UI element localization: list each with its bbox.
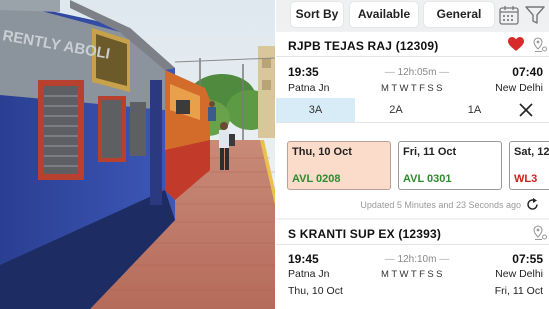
close-icon[interactable] [519, 103, 533, 117]
filter-icon[interactable] [524, 4, 546, 26]
class-tab-2a[interactable]: 2A [355, 98, 437, 122]
run-day: W [399, 269, 411, 280]
departure-date: Thu, 10 Oct [288, 285, 343, 297]
journey-duration: — 12h:05m — [384, 67, 450, 78]
class-tab-1a[interactable]: 1A [437, 98, 512, 122]
availability-status: AVL 0301 [403, 173, 452, 185]
class-tab-3a[interactable]: 3A [276, 98, 355, 122]
arrival-time: 07:55 [512, 252, 543, 266]
last-updated-text: Updated 5 Minutes and 23 Seconds ago [360, 200, 521, 210]
availability-date: Fri, 11 Oct [403, 146, 457, 158]
train-platform-photo: RENTLY ABOLI [0, 0, 275, 309]
availability-box[interactable]: Fri, 11 Oct AVL 0301 [398, 141, 502, 190]
favorite-heart-icon[interactable] [508, 37, 524, 52]
run-day: S [436, 83, 445, 94]
run-day: T [391, 269, 400, 280]
run-day: T [391, 83, 400, 94]
availability-status: AVL 0208 [292, 173, 341, 185]
run-days: MTWTFSS [381, 83, 445, 94]
journey-duration: — 12h:10m — [384, 254, 450, 265]
train-card[interactable]: RJPB TEJAS RAJ (12309) 19:35 — 12h:05m —… [276, 32, 549, 218]
train-name: S KRANTI SUP EX (12393) [288, 227, 442, 241]
run-day: S [436, 269, 445, 280]
origin-station: Patna Jn [288, 268, 330, 280]
run-day: W [399, 83, 411, 94]
duration-value: 12h:05m [397, 67, 437, 78]
departure-time: 19:35 [288, 65, 319, 79]
origin-station: Patna Jn [288, 82, 330, 94]
run-day: M [381, 83, 392, 94]
availability-box[interactable]: Sat, 12 WL3 [509, 141, 549, 190]
refresh-icon[interactable] [525, 197, 540, 212]
quota-filter-button[interactable]: General [424, 2, 494, 27]
availability-date: Thu, 10 Oct [292, 146, 352, 158]
class-tabs: 3A 2A 1A [276, 98, 549, 122]
availability-box[interactable]: Thu, 10 Oct AVL 0208 [287, 141, 391, 190]
divider [276, 244, 549, 245]
train-search-results: Sort By Available General RJPB TEJAS RAJ… [276, 0, 549, 309]
destination-station: New Delhi [495, 82, 543, 94]
run-days: MTWTFSS [381, 269, 445, 280]
filter-bar: Sort By Available General [276, 0, 549, 31]
availability-row: Thu, 10 Oct AVL 0208 Fri, 11 Oct AVL 030… [276, 141, 549, 191]
train-name: RJPB TEJAS RAJ (12309) [288, 39, 439, 53]
departure-time: 19:45 [288, 252, 319, 266]
run-day: T [410, 83, 420, 94]
run-day: S [427, 83, 437, 94]
train-card[interactable]: S KRANTI SUP EX (12393) 19:45 — 12h:10m … [276, 220, 549, 309]
sort-by-button[interactable]: Sort By [291, 2, 343, 27]
run-day: T [410, 269, 420, 280]
destination-station: New Delhi [495, 268, 543, 280]
arrival-time: 07:40 [512, 65, 543, 79]
availability-filter-button[interactable]: Available [350, 2, 418, 27]
calendar-icon[interactable] [498, 4, 520, 26]
track-location-icon[interactable] [532, 37, 548, 53]
divider [276, 56, 549, 57]
run-day: S [427, 269, 437, 280]
arrival-date: Fri, 11 Oct [494, 285, 543, 297]
availability-status: WL3 [514, 173, 538, 185]
track-location-icon[interactable] [532, 225, 548, 241]
run-day: M [381, 269, 392, 280]
availability-date: Sat, 12 [514, 146, 549, 158]
duration-value: 12h:10m [397, 254, 437, 265]
divider [276, 122, 549, 123]
